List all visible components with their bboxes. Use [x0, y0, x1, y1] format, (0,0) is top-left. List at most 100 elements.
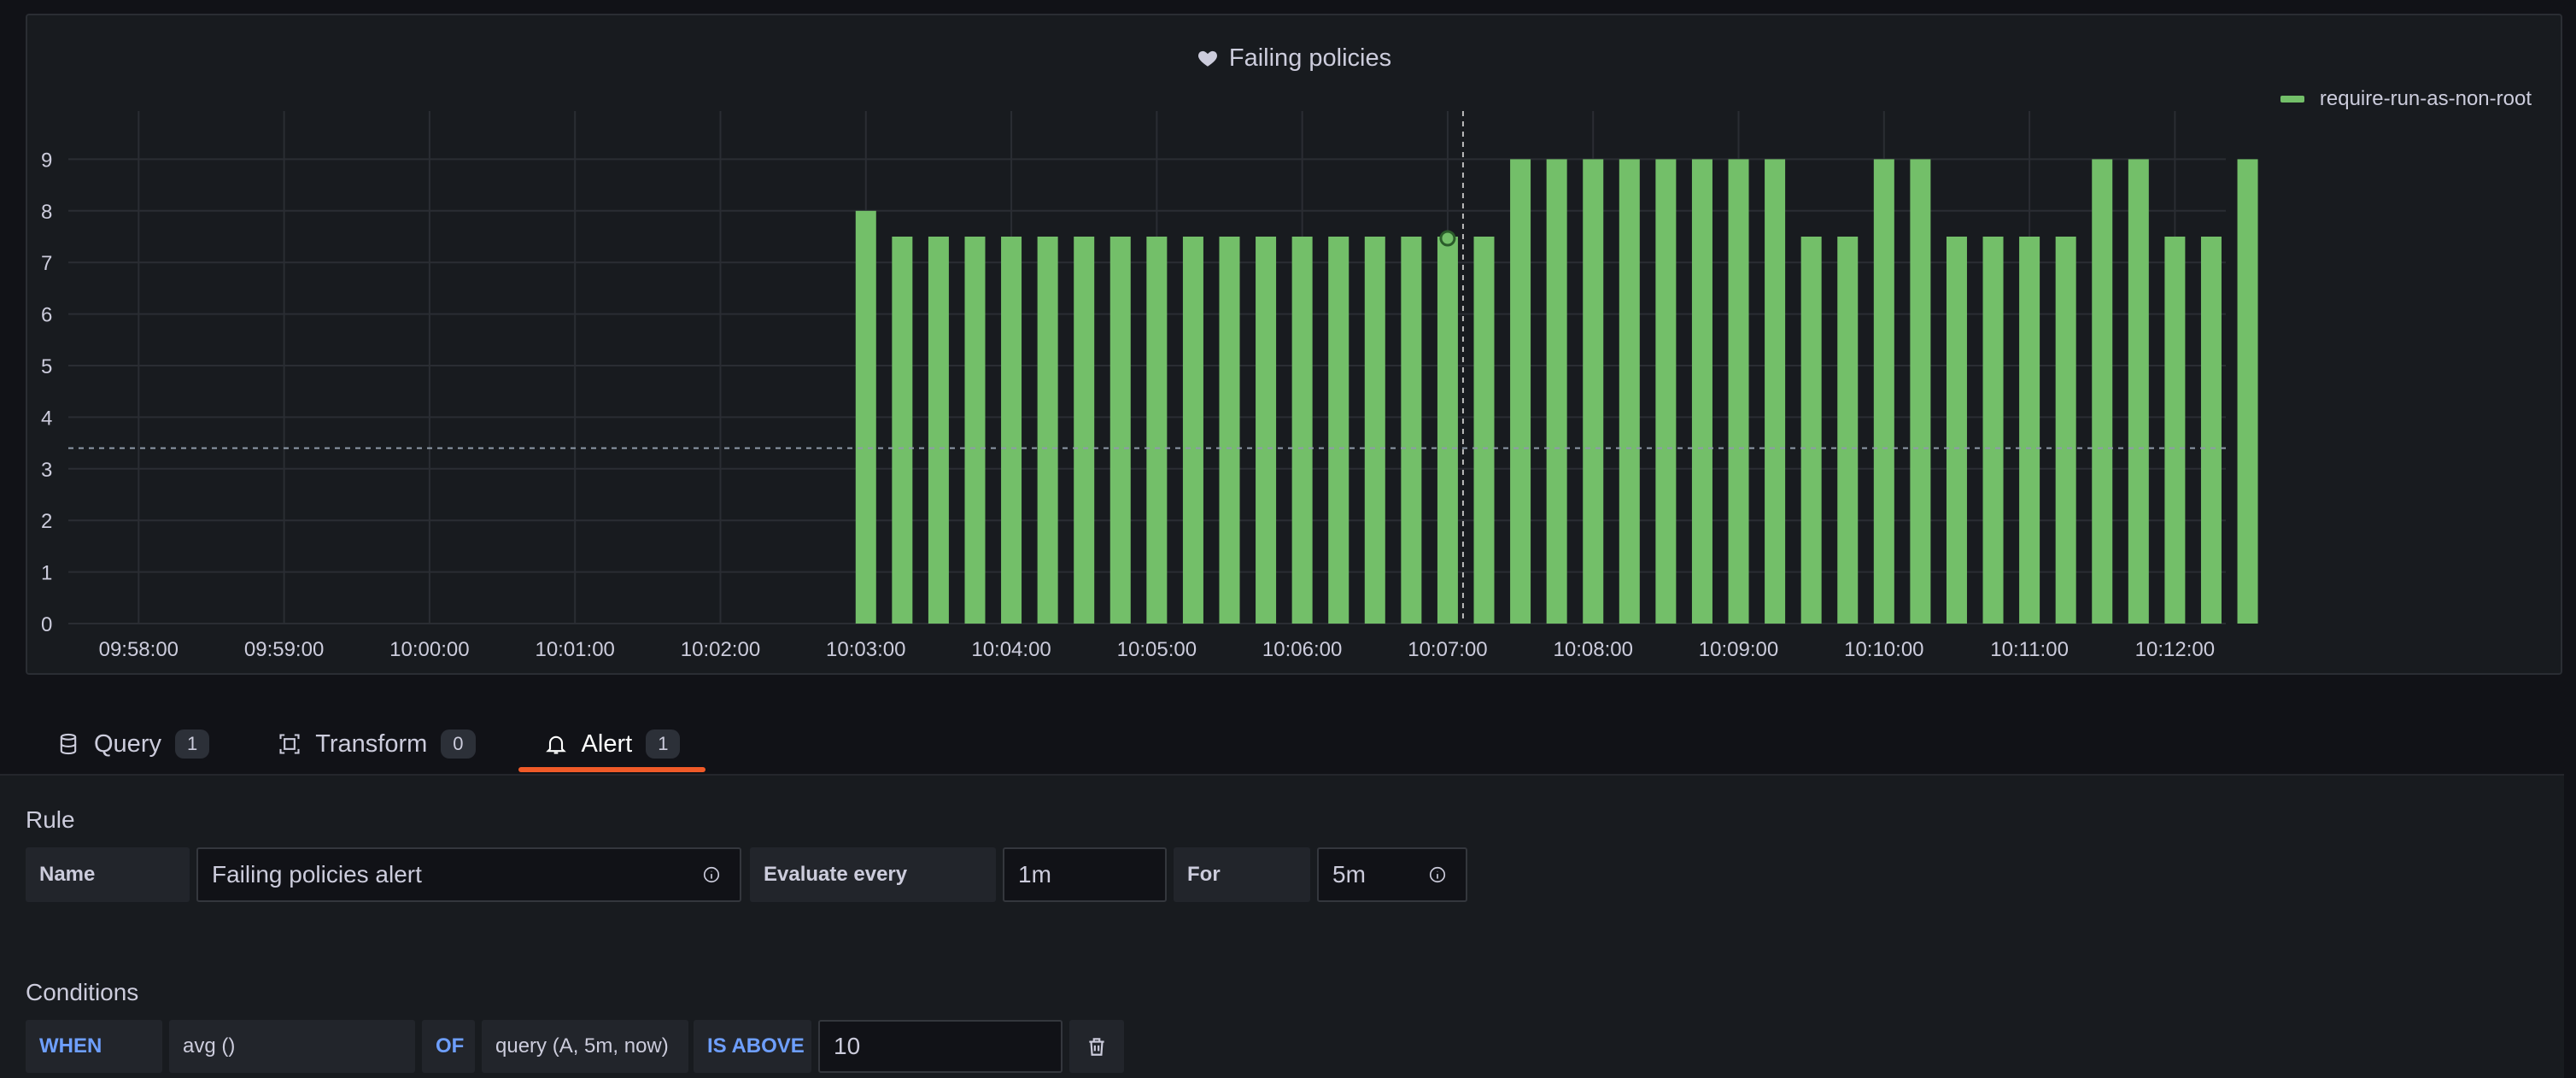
evaluate-every-input[interactable]: 1m	[1003, 847, 1167, 902]
info-icon[interactable]	[702, 865, 721, 884]
bar[interactable]	[1655, 159, 1677, 624]
y-tick-label: 7	[41, 252, 52, 275]
x-tick-label: 09:59:00	[244, 638, 324, 661]
hover-point	[1439, 230, 1456, 247]
delete-condition-button[interactable]	[1069, 1020, 1124, 1073]
query-select[interactable]: query (A, 5m, now)	[482, 1020, 688, 1073]
bar[interactable]	[1074, 237, 1095, 624]
threshold-value: 10	[834, 1033, 861, 1059]
bar[interactable]	[2092, 159, 2113, 624]
bar[interactable]	[1182, 237, 1203, 624]
bar[interactable]	[1001, 237, 1022, 624]
tab-transform-count: 0	[441, 729, 476, 759]
x-tick-label: 10:04:00	[971, 638, 1051, 661]
x-tick-label: 10:06:00	[1262, 638, 1342, 661]
x-tick-label: 10:01:00	[535, 638, 614, 661]
tab-alert-label: Alert	[581, 729, 633, 758]
bar[interactable]	[2164, 237, 2186, 624]
y-tick-label: 9	[41, 149, 52, 172]
bar[interactable]	[1837, 237, 1859, 624]
for-value: 5m	[1332, 861, 1366, 888]
x-tick-label: 10:12:00	[2135, 638, 2215, 661]
bar[interactable]	[1873, 159, 1894, 624]
bar[interactable]	[2055, 237, 2076, 624]
bar[interactable]	[2200, 237, 2222, 624]
bar[interactable]	[1546, 159, 1567, 624]
bar[interactable]	[1910, 159, 1931, 624]
tab-query-label: Query	[94, 729, 161, 758]
bar[interactable]	[1619, 159, 1640, 624]
y-tick-label: 4	[41, 407, 52, 430]
bar[interactable]	[2019, 237, 2040, 624]
bar[interactable]	[1946, 237, 1967, 624]
bell-icon	[545, 735, 566, 754]
bar[interactable]	[1728, 159, 1749, 624]
bar[interactable]	[1473, 237, 1495, 624]
rule-name-input[interactable]: Failing policies alert	[196, 847, 741, 902]
threshold-input[interactable]: 10	[818, 1020, 1063, 1073]
bar[interactable]	[964, 237, 986, 624]
x-tick-label: 10:03:00	[826, 638, 905, 661]
bar[interactable]	[1510, 159, 1531, 624]
bar[interactable]	[1800, 237, 1822, 624]
alert-editor: Rule Name Failing policies alert Evaluat…	[0, 774, 2564, 1078]
for-label: For	[1174, 847, 1310, 902]
x-tick-label: 10:09:00	[1699, 638, 1778, 661]
x-tick-label: 09:58:00	[99, 638, 179, 661]
y-tick-label: 8	[41, 201, 52, 224]
evaluate-every-label: Evaluate every	[750, 847, 996, 902]
bar[interactable]	[892, 237, 913, 624]
database-icon	[60, 733, 77, 755]
x-tick-label: 10:02:00	[681, 638, 760, 661]
tab-transform-label: Transform	[315, 729, 428, 758]
bar[interactable]	[928, 237, 949, 624]
evaluator-select[interactable]: IS ABOVE	[694, 1020, 811, 1073]
transform-icon	[279, 734, 300, 754]
for-input[interactable]: 5m	[1317, 847, 1467, 902]
tab-transform[interactable]: Transform 0	[252, 716, 501, 772]
bar[interactable]	[1982, 237, 2004, 624]
rule-section-title: Rule	[26, 806, 75, 833]
info-icon[interactable]	[1428, 865, 1447, 884]
rule-name-value: Failing policies alert	[212, 861, 422, 888]
tab-query[interactable]: Query 1	[31, 716, 235, 772]
evaluate-every-value: 1m	[1018, 861, 1051, 888]
y-tick-label: 6	[41, 304, 52, 327]
bar[interactable]	[1291, 237, 1313, 624]
bar[interactable]	[1691, 159, 1712, 624]
bar[interactable]	[1219, 237, 1240, 624]
y-tick-label: 3	[41, 459, 52, 482]
x-tick-label: 10:05:00	[1117, 638, 1197, 661]
bar[interactable]	[2237, 159, 2258, 624]
x-tick-label: 10:10:00	[1844, 638, 1923, 661]
y-tick-label: 5	[41, 355, 52, 378]
y-tick-label: 0	[41, 613, 52, 636]
when-label: WHEN	[26, 1020, 162, 1073]
bar[interactable]	[1437, 237, 1458, 624]
bar[interactable]	[1364, 237, 1385, 624]
bar-chart[interactable]: 0 1 2 3 4 5 6 7 8 9 09:58:00 09:59:00 10:00:00 10:01:…	[0, 0, 2576, 683]
reducer-select[interactable]: avg ()	[169, 1020, 415, 1073]
bar[interactable]	[1765, 159, 1786, 624]
bar[interactable]	[1401, 237, 1422, 624]
x-tick-label: 10:08:00	[1554, 638, 1633, 661]
bar[interactable]	[2128, 159, 2149, 624]
bar[interactable]	[1583, 159, 1604, 624]
bar[interactable]	[1328, 237, 1349, 624]
tab-query-count: 1	[174, 729, 210, 759]
name-label: Name	[26, 847, 190, 902]
y-tick-label: 2	[41, 510, 52, 533]
trash-icon	[1089, 1038, 1104, 1056]
y-tick-label: 1	[41, 562, 52, 585]
x-tick-label: 10:07:00	[1408, 638, 1487, 661]
bar[interactable]	[855, 210, 876, 624]
tab-alert[interactable]: Alert 1	[518, 716, 706, 772]
of-label: OF	[422, 1020, 475, 1073]
x-tick-label: 10:11:00	[1990, 638, 2069, 661]
bar[interactable]	[1256, 237, 1277, 624]
editor-tabs: Query 1 Transform 0 Alert 1	[31, 716, 706, 772]
bar[interactable]	[1146, 237, 1168, 624]
conditions-section-title: Conditions	[26, 979, 139, 1005]
bar[interactable]	[1037, 237, 1058, 624]
bar[interactable]	[1109, 237, 1131, 624]
